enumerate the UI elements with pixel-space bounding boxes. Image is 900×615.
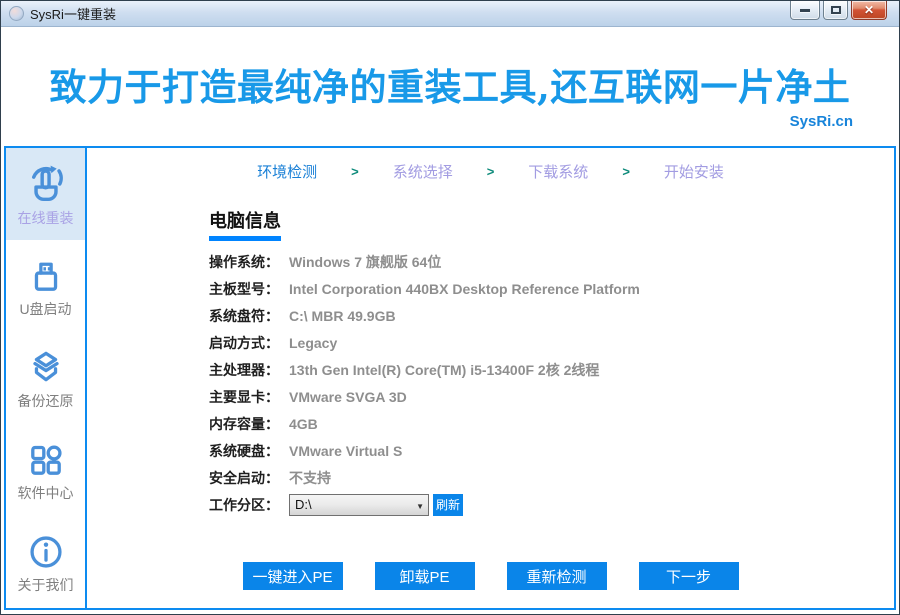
sidebar-item-label: 关于我们 xyxy=(17,576,74,593)
backup-box-icon xyxy=(32,351,59,381)
usb-drive-icon xyxy=(34,262,57,291)
title-bar[interactable]: SysRi一键重装 xyxy=(1,1,899,27)
sidebar-item-label: U盘启动 xyxy=(19,300,72,317)
info-row: 操作系统： Windows 7 旗舰版 64位 xyxy=(209,253,442,270)
info-circle-icon xyxy=(29,535,62,568)
sidebar-item-label: 软件中心 xyxy=(17,484,74,501)
window-title: SysRi一键重装 xyxy=(30,7,116,22)
next-step-button[interactable]: 下一步 xyxy=(638,562,739,590)
maximize-button[interactable] xyxy=(823,1,848,20)
sidebar-item-backup-restore[interactable]: 备份还原 xyxy=(6,332,85,424)
main-frame: 在线重装 U盘启动 备份还原 软件中心 关于我们 环境检测 > 系统选择 > 下… xyxy=(4,146,896,610)
recheck-button[interactable]: 重新检测 xyxy=(506,562,607,590)
content-area: 环境检测 > 系统选择 > 下载系统 > 开始安装 电脑信息 操作系统： Win… xyxy=(87,148,894,608)
enter-pe-button[interactable]: 一键进入PE xyxy=(242,562,343,590)
info-row: 内存容量： 4GB xyxy=(209,415,318,432)
minimize-icon xyxy=(800,8,810,12)
dropdown-arrow-icon: ▼ xyxy=(416,501,424,511)
chevron-right-icon: > xyxy=(351,164,359,179)
step-system-select: 系统选择 xyxy=(392,164,453,181)
action-buttons: 一键进入PE 卸载PE 重新检测 下一步 xyxy=(87,562,894,590)
partition-selected-value: D:\ xyxy=(295,497,312,512)
info-row: 主要显卡： VMware SVGA 3D xyxy=(209,388,407,405)
info-row: 安全启动： 不支持 xyxy=(209,469,331,486)
info-row: 系统硬盘： VMware Virtual S xyxy=(209,442,403,459)
work-partition-row: 工作分区： D:\ ▼ 刷新 xyxy=(209,491,894,518)
slogan-text: 致力于打造最纯净的重装工具,还互联网一片净土 xyxy=(49,65,851,109)
app-grid-icon xyxy=(30,445,62,475)
sidebar-item-label: 备份还原 xyxy=(17,392,74,409)
page-title: 电脑信息 xyxy=(209,207,281,241)
info-row: 系统盘符： C:\ MBR 49.9GB xyxy=(209,307,396,324)
step-start-install: 开始安装 xyxy=(663,164,724,181)
sidebar-item-label: 在线重装 xyxy=(17,209,74,226)
refresh-button[interactable]: 刷新 xyxy=(433,493,464,516)
sidebar-item-online-reinstall[interactable]: 在线重装 xyxy=(6,148,85,240)
app-logo-icon xyxy=(9,6,24,21)
chevron-right-icon: > xyxy=(622,164,630,179)
info-row: 主板型号： Intel Corporation 440BX Desktop Re… xyxy=(209,280,640,297)
info-row: 主处理器： 13th Gen Intel(R) Core(TM) i5-1340… xyxy=(209,361,600,378)
sidebar-item-about-us[interactable]: 关于我们 xyxy=(6,516,85,608)
sidebar: 在线重装 U盘启动 备份还原 软件中心 关于我们 xyxy=(6,148,87,608)
window-controls: ✕ xyxy=(790,1,887,20)
sidebar-item-software-center[interactable]: 软件中心 xyxy=(6,424,85,516)
site-url: SysRi.cn xyxy=(789,113,853,130)
uninstall-pe-button[interactable]: 卸载PE xyxy=(374,562,475,590)
partition-dropdown[interactable]: D:\ ▼ xyxy=(289,493,429,516)
computer-info-list: 操作系统： Windows 7 旗舰版 64位 主板型号： Intel Corp… xyxy=(209,248,894,518)
close-icon: ✕ xyxy=(863,3,875,17)
close-button[interactable]: ✕ xyxy=(851,1,887,20)
app-window: SysRi一键重装 ✕ 致力于打造最纯净的重装工具,还互联网一片净土 SysRi… xyxy=(0,0,900,615)
chevron-right-icon: > xyxy=(486,164,495,179)
minimize-button[interactable] xyxy=(790,1,820,20)
hand-refresh-icon xyxy=(31,165,63,201)
step-download-system: 下载系统 xyxy=(528,164,589,181)
sidebar-item-usb-boot[interactable]: U盘启动 xyxy=(6,240,85,332)
steps-nav: 环境检测 > 系统选择 > 下载系统 > 开始安装 xyxy=(87,161,894,182)
step-env-check: 环境检测 xyxy=(257,164,318,181)
info-row: 启动方式： Legacy xyxy=(209,334,338,351)
maximize-icon xyxy=(830,6,841,14)
